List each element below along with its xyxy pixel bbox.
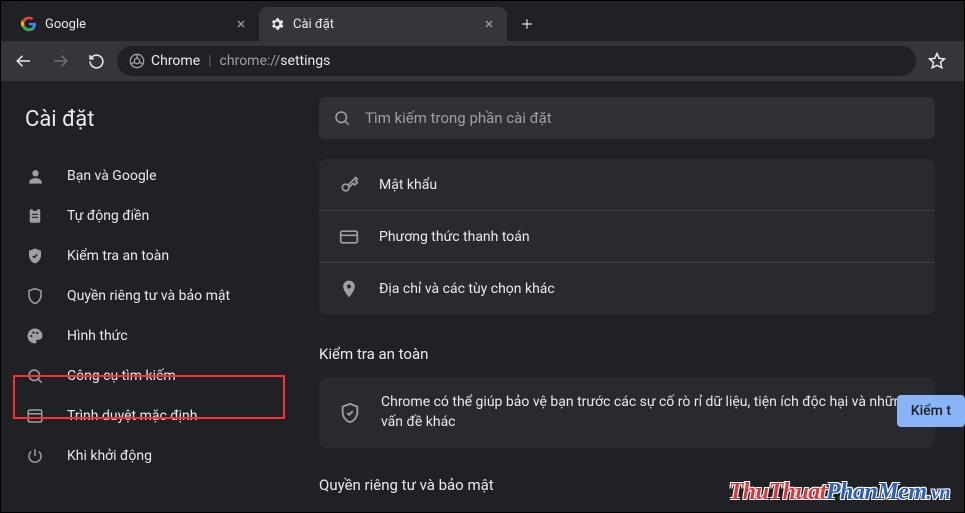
sidebar-item-label: Trình duyệt mặc định <box>67 408 198 424</box>
pin-icon <box>339 279 359 299</box>
search-icon <box>333 109 351 127</box>
card-icon <box>339 227 359 247</box>
sidebar-item-autofill[interactable]: Tự động điền <box>1 196 275 236</box>
tab-google[interactable]: Google <box>11 7 259 41</box>
safety-check-heading: Kiểm tra an toàn <box>319 345 935 363</box>
sidebar-item-label: Quyền riêng tư và bảo mật <box>67 288 230 304</box>
close-icon[interactable] <box>233 16 249 32</box>
sidebar-item-label: Hình thức <box>67 328 128 344</box>
sidebar-item-label: Tự động điền <box>67 208 149 224</box>
back-button[interactable] <box>9 46 39 76</box>
chrome-chip: Chrome <box>129 53 200 69</box>
row-label: Địa chỉ và các tùy chọn khác <box>379 281 555 297</box>
forward-button[interactable] <box>45 46 75 76</box>
google-favicon-icon <box>21 16 37 32</box>
tab-strip: Google Cài đặt <box>1 1 964 41</box>
sidebar-item-appearance[interactable]: Hình thức <box>1 316 275 356</box>
reload-button[interactable] <box>81 46 111 76</box>
browser-icon <box>25 406 45 426</box>
addresses-row[interactable]: Địa chỉ và các tùy chọn khác <box>319 263 935 315</box>
close-icon[interactable] <box>481 16 497 32</box>
chrome-icon <box>129 53 145 69</box>
safety-check-button[interactable]: Kiểm t <box>897 395 965 427</box>
autofill-card: Mật khẩu Phương thức thanh toán Địa chỉ … <box>319 159 935 315</box>
safety-check-card: Chrome có thể giúp bảo vệ bạn trước các … <box>319 377 935 448</box>
sidebar-item-you-and-google[interactable]: Bạn và Google <box>1 156 275 196</box>
sidebar-item-label: Kiểm tra an toàn <box>67 248 169 264</box>
toolbar: Chrome | chrome://settings <box>1 41 964 81</box>
power-icon <box>25 446 45 466</box>
chrome-chip-label: Chrome <box>151 53 200 69</box>
sidebar-item-on-startup[interactable]: Khi khởi động <box>1 436 275 476</box>
page-title: Cài đặt <box>1 97 291 156</box>
settings-search-input[interactable]: Tìm kiếm trong phần cài đặt <box>319 97 935 139</box>
bookmark-star-button[interactable] <box>922 46 952 76</box>
row-label: Phương thức thanh toán <box>379 229 530 245</box>
settings-sidebar: Cài đặt Bạn và Google Tự động điền Kiểm … <box>1 81 291 512</box>
omnibox-divider: | <box>208 53 211 69</box>
gear-icon <box>269 16 285 32</box>
sidebar-item-default-browser[interactable]: Trình duyệt mặc định <box>1 396 275 436</box>
shield-check-icon <box>339 402 361 424</box>
settings-main: Tìm kiếm trong phần cài đặt Mật khẩu Phư… <box>291 81 964 512</box>
sidebar-item-label: Khi khởi động <box>67 448 152 464</box>
shield-check-icon <box>25 246 45 266</box>
sidebar-item-search-engine[interactable]: Công cụ tìm kiếm <box>1 356 275 396</box>
omnibox-url: chrome://settings <box>220 53 331 69</box>
address-bar[interactable]: Chrome | chrome://settings <box>117 46 916 76</box>
sidebar-item-privacy[interactable]: Quyền riêng tư và bảo mật <box>1 276 275 316</box>
privacy-heading: Quyền riêng tư và bảo mật <box>319 476 935 494</box>
key-icon <box>339 175 359 195</box>
new-tab-button[interactable] <box>513 10 541 38</box>
tab-settings[interactable]: Cài đặt <box>259 7 507 41</box>
sidebar-item-safety-check[interactable]: Kiểm tra an toàn <box>1 236 275 276</box>
tab-title: Cài đặt <box>293 17 473 32</box>
passwords-row[interactable]: Mật khẩu <box>319 159 935 211</box>
content-area: Cài đặt Bạn và Google Tự động điền Kiểm … <box>1 81 964 512</box>
sidebar-item-label: Bạn và Google <box>67 168 157 184</box>
palette-icon <box>25 326 45 346</box>
person-icon <box>25 166 45 186</box>
search-icon <box>25 366 45 386</box>
shield-icon <box>25 286 45 306</box>
search-placeholder: Tìm kiếm trong phần cài đặt <box>365 109 552 127</box>
payment-methods-row[interactable]: Phương thức thanh toán <box>319 211 935 263</box>
tab-title: Google <box>45 17 225 32</box>
safety-check-text: Chrome có thể giúp bảo vệ bạn trước các … <box>381 393 915 432</box>
clipboard-icon <box>25 206 45 226</box>
sidebar-item-label: Công cụ tìm kiếm <box>67 368 176 384</box>
row-label: Mật khẩu <box>379 177 437 193</box>
